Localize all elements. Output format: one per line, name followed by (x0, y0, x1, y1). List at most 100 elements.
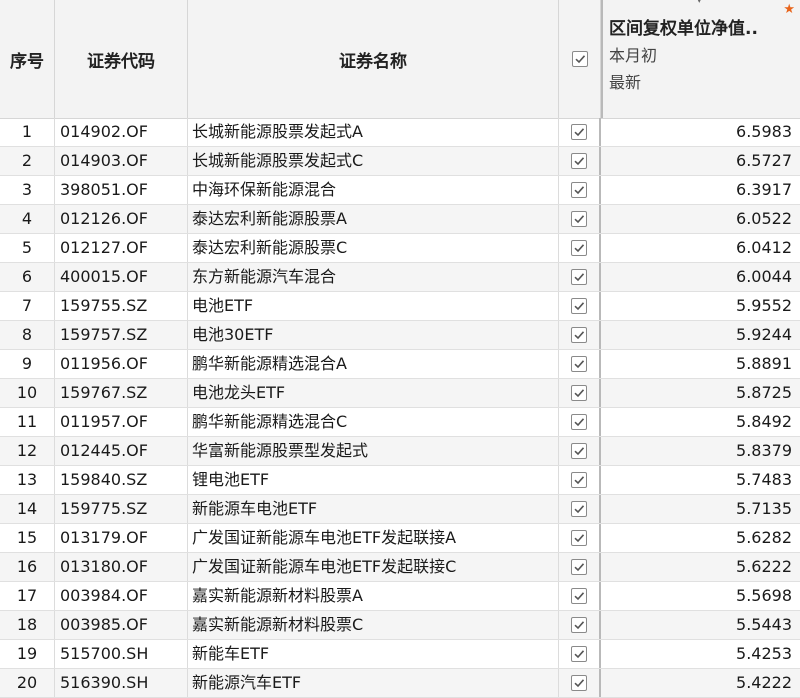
table-row[interactable]: 3 398051.OF 中海环保新能源混合 6.3917 (0, 176, 800, 205)
row-value: 5.7483 (736, 470, 792, 489)
row-checkbox-cell[interactable] (559, 292, 601, 320)
row-checkbox[interactable] (571, 153, 587, 169)
table-row[interactable]: 17 003984.OF 嘉实新能源新材料股票A 5.5698 (0, 582, 800, 611)
row-value: 5.9244 (736, 325, 792, 344)
row-checkbox[interactable] (571, 124, 587, 140)
row-name: 新能源汽车ETF (188, 669, 559, 697)
table-row[interactable]: 20 516390.SH 新能源汽车ETF 5.4222 (0, 669, 800, 698)
row-checkbox-cell[interactable] (559, 408, 601, 436)
row-value: 5.5698 (736, 586, 792, 605)
row-checkbox-cell[interactable] (559, 466, 601, 494)
row-checkbox[interactable] (571, 269, 587, 285)
header-code[interactable]: 证券代码 (55, 0, 188, 118)
row-checkbox-cell[interactable] (559, 437, 601, 465)
row-checkbox-cell[interactable] (559, 205, 601, 233)
row-checkbox[interactable] (571, 327, 587, 343)
row-checkbox[interactable] (571, 559, 587, 575)
check-icon (574, 476, 585, 485)
row-checkbox-cell[interactable] (559, 234, 601, 262)
table-row[interactable]: 4 012126.OF 泰达宏利新能源股票A 6.0522 (0, 205, 800, 234)
row-checkbox-cell[interactable] (559, 640, 601, 668)
row-checkbox-cell[interactable] (559, 263, 601, 291)
row-value: 5.7135 (736, 499, 792, 518)
row-name: 泰达宏利新能源股票C (188, 234, 559, 262)
row-code: 159755.SZ (55, 292, 188, 320)
row-code: 398051.OF (55, 176, 188, 204)
table-row[interactable]: 19 515700.SH 新能车ETF 5.4253 (0, 640, 800, 669)
row-checkbox[interactable] (571, 646, 587, 662)
row-checkbox-cell[interactable] (559, 553, 601, 581)
row-checkbox-cell[interactable] (559, 118, 601, 146)
row-checkbox[interactable] (571, 356, 587, 372)
table-row[interactable]: 16 013180.OF 广发国证新能源车电池ETF发起联接C 5.6222 (0, 553, 800, 582)
row-checkbox[interactable] (571, 298, 587, 314)
table-row[interactable]: 18 003985.OF 嘉实新能源新材料股票C 5.5443 (0, 611, 800, 640)
row-code: 012127.OF (55, 234, 188, 262)
table-row[interactable]: 8 159757.SZ 电池30ETF 5.9244 (0, 321, 800, 350)
table-row[interactable]: 10 159767.SZ 电池龙头ETF 5.8725 (0, 379, 800, 408)
row-checkbox-cell[interactable] (559, 611, 601, 639)
row-checkbox[interactable] (571, 182, 587, 198)
row-checkbox-cell[interactable] (559, 669, 601, 697)
table-row[interactable]: 1 014902.OF 长城新能源股票发起式A 6.5983 (0, 118, 800, 147)
table-row[interactable]: 12 012445.OF 华富新能源股票型发起式 5.8379 (0, 437, 800, 466)
row-checkbox[interactable] (571, 675, 587, 691)
table-row[interactable]: 14 159775.SZ 新能源车电池ETF 5.7135 (0, 495, 800, 524)
table-row[interactable]: 6 400015.OF 东方新能源汽车混合 6.0044 (0, 263, 800, 292)
table-row[interactable]: 5 012127.OF 泰达宏利新能源股票C 6.0412 (0, 234, 800, 263)
row-seq: 15 (0, 524, 55, 552)
table-header: 序号 证券代码 证券名称 ▾ ★ 区间复权单位净值.. 本月初 最新 (0, 0, 800, 119)
row-checkbox-cell[interactable] (559, 350, 601, 378)
row-checkbox-cell[interactable] (559, 379, 601, 407)
row-checkbox[interactable] (571, 588, 587, 604)
row-seq: 10 (0, 379, 55, 407)
row-checkbox[interactable] (571, 240, 587, 256)
check-icon (574, 273, 585, 282)
check-icon (574, 621, 585, 630)
row-seq: 11 (0, 408, 55, 436)
row-value: 5.6222 (736, 557, 792, 576)
header-select-all[interactable] (559, 0, 601, 118)
row-seq: 4 (0, 205, 55, 233)
row-seq: 2 (0, 147, 55, 175)
check-icon (574, 418, 585, 427)
table-row[interactable]: 9 011956.OF 鹏华新能源精选混合A 5.8891 (0, 350, 800, 379)
row-checkbox[interactable] (571, 530, 587, 546)
row-checkbox-cell[interactable] (559, 147, 601, 175)
row-checkbox[interactable] (571, 472, 587, 488)
row-code: 013179.OF (55, 524, 188, 552)
row-checkbox-cell[interactable] (559, 176, 601, 204)
row-checkbox[interactable] (571, 414, 587, 430)
row-name: 嘉实新能源新材料股票A (188, 582, 559, 610)
row-name: 鹏华新能源精选混合A (188, 350, 559, 378)
row-seq: 5 (0, 234, 55, 262)
row-value: 5.8492 (736, 412, 792, 431)
table-row[interactable]: 7 159755.SZ 电池ETF 5.9552 (0, 292, 800, 321)
row-checkbox-cell[interactable] (559, 524, 601, 552)
row-value: 6.0044 (736, 267, 792, 286)
row-checkbox-cell[interactable] (559, 321, 601, 349)
row-checkbox[interactable] (571, 385, 587, 401)
row-checkbox[interactable] (571, 617, 587, 633)
row-seq: 1 (0, 118, 55, 146)
header-seq[interactable]: 序号 (0, 0, 55, 118)
table-row[interactable]: 2 014903.OF 长城新能源股票发起式C 6.5727 (0, 147, 800, 176)
row-code: 516390.SH (55, 669, 188, 697)
table-row[interactable]: 11 011957.OF 鹏华新能源精选混合C 5.8492 (0, 408, 800, 437)
row-name: 嘉实新能源新材料股票C (188, 611, 559, 639)
row-seq: 18 (0, 611, 55, 639)
check-icon (574, 563, 585, 572)
row-checkbox[interactable] (571, 501, 587, 517)
select-all-checkbox[interactable] (571, 51, 588, 67)
header-name[interactable]: 证券名称 (188, 0, 559, 118)
header-value[interactable]: ▾ ★ 区间复权单位净值.. 本月初 最新 (601, 0, 800, 118)
row-checkbox-cell[interactable] (559, 582, 601, 610)
row-checkbox[interactable] (571, 211, 587, 227)
header-value-sub1: 本月初 (609, 46, 658, 65)
table-row[interactable]: 13 159840.SZ 锂电池ETF 5.7483 (0, 466, 800, 495)
table-row[interactable]: 15 013179.OF 广发国证新能源车电池ETF发起联接A 5.6282 (0, 524, 800, 553)
row-name: 鹏华新能源精选混合C (188, 408, 559, 436)
row-checkbox[interactable] (571, 443, 587, 459)
row-seq: 20 (0, 669, 55, 697)
row-checkbox-cell[interactable] (559, 495, 601, 523)
